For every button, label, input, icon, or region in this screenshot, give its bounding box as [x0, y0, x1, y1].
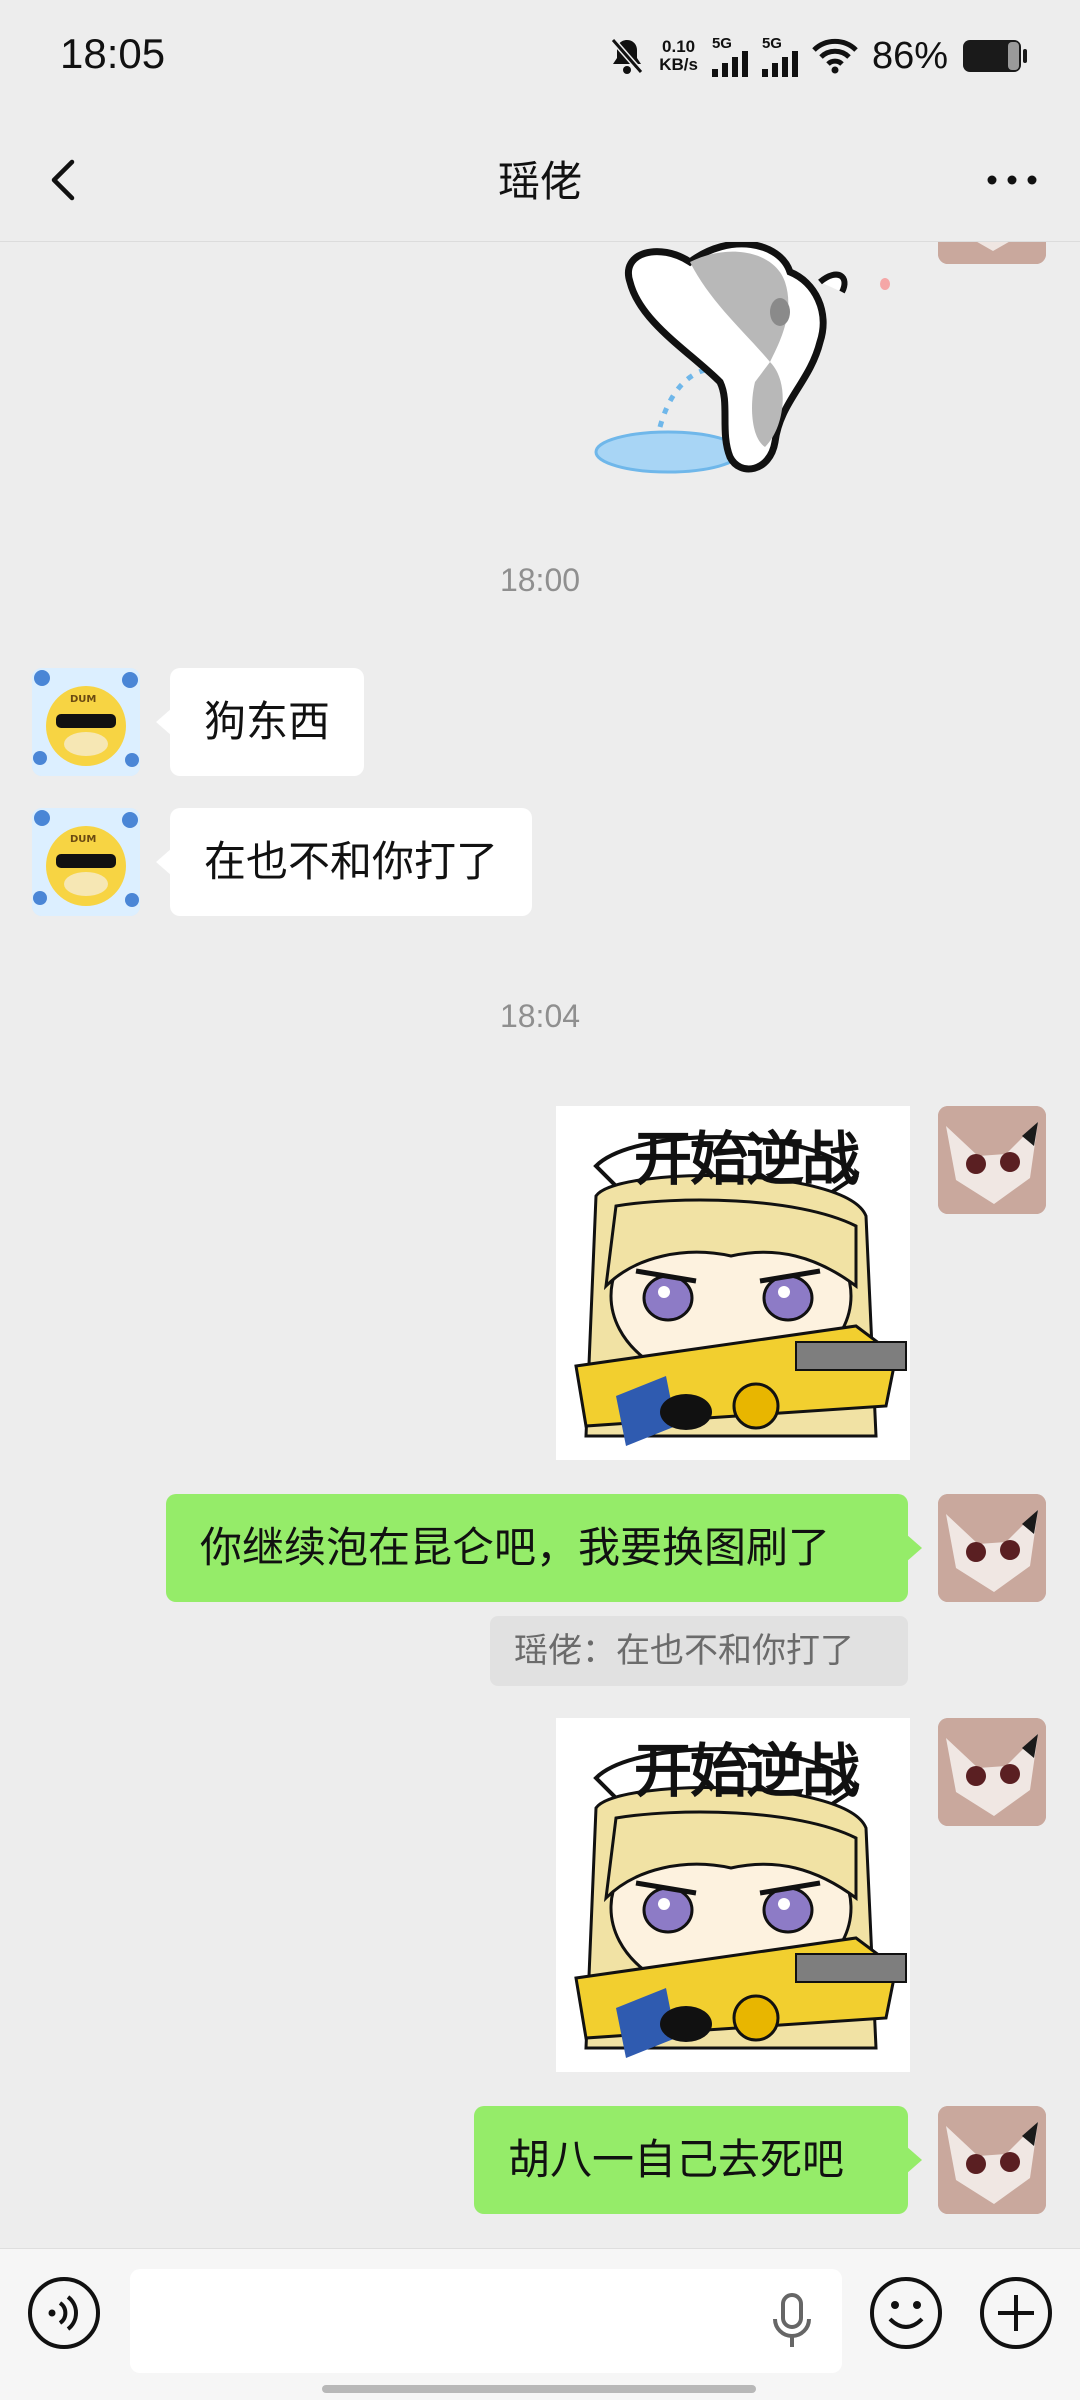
own-message-bubble[interactable]: 胡八一自己去死吧 — [474, 2106, 922, 2214]
svg-text:DUM: DUM — [70, 834, 96, 845]
signal-1-label: 5G — [711, 34, 732, 52]
peer-avatar[interactable]: DUM — [32, 808, 140, 916]
sticker-caption: 开始逆战 — [634, 1737, 860, 1805]
cat-avatar-icon — [938, 1106, 1046, 1214]
signal-2-label: 5G — [761, 34, 782, 52]
more-dots-icon[interactable] — [980, 150, 1044, 210]
cell-signal-1: 5G — [711, 34, 748, 77]
own-avatar[interactable] — [938, 1106, 1046, 1214]
emoji-icon[interactable] — [868, 2275, 944, 2351]
cat-avatar-icon — [938, 1494, 1046, 1602]
timestamp: 18:04 — [499, 998, 581, 1034]
timestamp: 18:00 — [499, 562, 581, 598]
net-speed: 0.10 KB/s — [659, 38, 698, 74]
cat-avatar-icon — [938, 242, 1046, 264]
net-speed-unit: KB/s — [659, 55, 698, 74]
peer-message-bubble[interactable]: 狗东西 — [155, 668, 365, 776]
cat-avatar-icon — [938, 2106, 1046, 2214]
mic-icon[interactable] — [770, 2293, 814, 2349]
wifi-icon — [812, 38, 858, 74]
signal-bars-icon — [711, 50, 748, 77]
chat-title: 瑶佬 — [497, 157, 582, 206]
voice-icon[interactable] — [26, 2275, 102, 2351]
peer-avatar[interactable]: DUM — [32, 668, 140, 776]
psyduck-avatar-icon: DUM — [32, 808, 140, 916]
psyduck-avatar-icon: DUM — [32, 668, 140, 776]
signal-bars-icon — [761, 50, 798, 77]
cat-avatar-icon — [938, 1718, 1046, 1826]
peer-message-bubble[interactable]: 在也不和你打了 — [155, 808, 533, 916]
own-avatar[interactable] — [938, 1718, 1046, 1826]
own-message-bubble[interactable]: 你继续泡在昆仑吧，我要换图刷了 — [166, 1494, 922, 1602]
dog-sticker[interactable] — [580, 242, 920, 482]
status-icons: 0.10 KB/s 5G 5G 86% — [609, 34, 1028, 78]
own-avatar[interactable] — [938, 1494, 1046, 1602]
svg-text:DUM: DUM — [70, 694, 96, 705]
own-sticker[interactable]: 开始逆战 — [556, 1718, 910, 2072]
sticker-caption: 开始逆战 — [634, 1125, 860, 1193]
input-bar — [0, 2248, 1080, 2400]
chat-header: 瑶佬 — [0, 118, 1080, 242]
mute-bell-icon — [610, 38, 644, 74]
status-time: 18:05 — [60, 30, 166, 77]
cell-signal-2: 5G — [761, 34, 798, 77]
net-speed-value: 0.10 — [662, 37, 696, 56]
message-list[interactable]: 18:00 DUM 狗东西 DUM 在也不和你打了 18:04 开始逆战 你继续… — [0, 242, 1080, 2248]
battery-percent: 86% — [871, 34, 948, 77]
home-indicator[interactable] — [322, 2385, 756, 2393]
quoted-message[interactable]: 瑶佬：在也不和你打了 — [490, 1616, 908, 1686]
own-avatar[interactable] — [938, 242, 1046, 264]
plus-icon[interactable] — [978, 2275, 1054, 2351]
message-input[interactable] — [130, 2269, 842, 2373]
own-sticker[interactable]: 开始逆战 — [556, 1106, 910, 1460]
own-avatar[interactable] — [938, 2106, 1046, 2214]
status-bar: 18:05 0.10 KB/s 5G 5G 86% — [0, 0, 1080, 118]
battery-icon — [963, 40, 1027, 72]
